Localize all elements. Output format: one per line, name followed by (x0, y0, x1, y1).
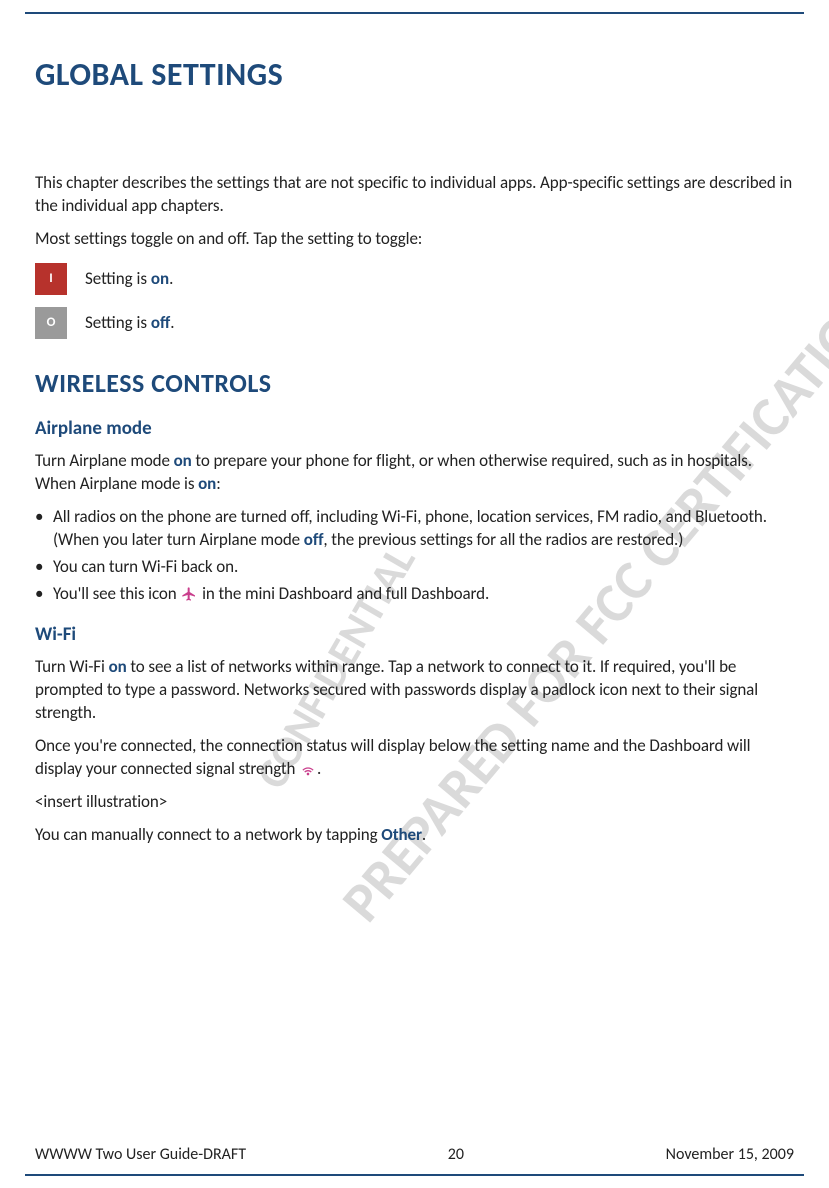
wifi-p4-a: You can manually connect to a network by… (35, 824, 381, 845)
toggle-off-row: O Setting is off. (35, 307, 794, 339)
airplane-li3-b: in the mini Dashboard and full Dashboard… (198, 583, 489, 604)
wifi-p2-b: . (317, 758, 321, 779)
page-border-top (25, 12, 804, 14)
wifi-p1-b: on (109, 656, 127, 677)
wifi-paragraph-2: Once you're connected, the connection st… (35, 735, 794, 781)
toggle-on-suffix: . (169, 268, 173, 289)
wifi-paragraph-3: <insert illustration> (35, 791, 794, 814)
page-border-bottom (25, 1174, 804, 1176)
airplane-paragraph: Turn Airplane mode on to prepare your ph… (35, 450, 794, 496)
airplane-list-item-2: You can turn Wi-Fi back on. (35, 556, 794, 579)
airplane-p1-d: on (198, 473, 216, 494)
heading-wireless-controls: WIRELESS CONTROLS (35, 367, 794, 399)
intro-paragraph-1: This chapter describes the settings that… (35, 172, 794, 218)
wifi-p1-a: Turn Wi-Fi (35, 656, 109, 677)
wifi-p4-b: Other (381, 824, 422, 845)
heading-airplane-mode: Airplane mode (35, 417, 794, 440)
wifi-p2-a: Once you're connected, the connection st… (35, 735, 751, 779)
wifi-paragraph-1: Turn Wi-Fi on to see a list of networks … (35, 656, 794, 725)
airplane-li3-a: You'll see this icon (53, 583, 180, 604)
toggle-off-suffix: . (170, 312, 174, 333)
airplane-icon (180, 586, 198, 602)
toggle-off-word: off (151, 312, 170, 333)
footer-page-number: 20 (448, 1145, 464, 1164)
toggle-on-row: I Setting is on. (35, 263, 794, 295)
toggle-off-label: Setting is off. (85, 312, 175, 333)
wifi-icon (299, 762, 317, 778)
airplane-list: All radios on the phone are turned off, … (35, 506, 794, 606)
airplane-li1-b: off (304, 529, 324, 550)
airplane-p1-e: : (216, 473, 220, 494)
page-title: GLOBAL SETTINGS (35, 55, 794, 94)
toggle-off-icon: O (35, 307, 67, 339)
footer-date: November 15, 2009 (666, 1145, 794, 1164)
page-footer: WWWW Two User Guide-DRAFT 20 November 15… (35, 1145, 794, 1164)
airplane-list-item-1: All radios on the phone are turned off, … (35, 506, 794, 552)
heading-wifi: Wi-Fi (35, 623, 794, 646)
toggle-off-prefix: Setting is (85, 312, 151, 333)
toggle-on-word: on (151, 268, 169, 289)
airplane-p1-b: on (174, 450, 192, 471)
toggle-on-icon: I (35, 263, 67, 295)
wifi-p1-c: to see a list of networks within range. … (35, 656, 758, 723)
footer-left: WWWW Two User Guide-DRAFT (35, 1145, 246, 1164)
toggle-on-prefix: Setting is (85, 268, 151, 289)
toggle-on-label: Setting is on. (85, 268, 173, 289)
airplane-li1-c: , the previous settings for all the radi… (323, 529, 683, 550)
airplane-list-item-3: You'll see this icon in the mini Dashboa… (35, 583, 794, 606)
wifi-p4-c: . (422, 824, 426, 845)
airplane-p1-a: Turn Airplane mode (35, 450, 174, 471)
wifi-paragraph-4: You can manually connect to a network by… (35, 824, 794, 847)
intro-paragraph-2: Most settings toggle on and off. Tap the… (35, 228, 794, 251)
page-content: GLOBAL SETTINGS This chapter describes t… (35, 55, 794, 1128)
